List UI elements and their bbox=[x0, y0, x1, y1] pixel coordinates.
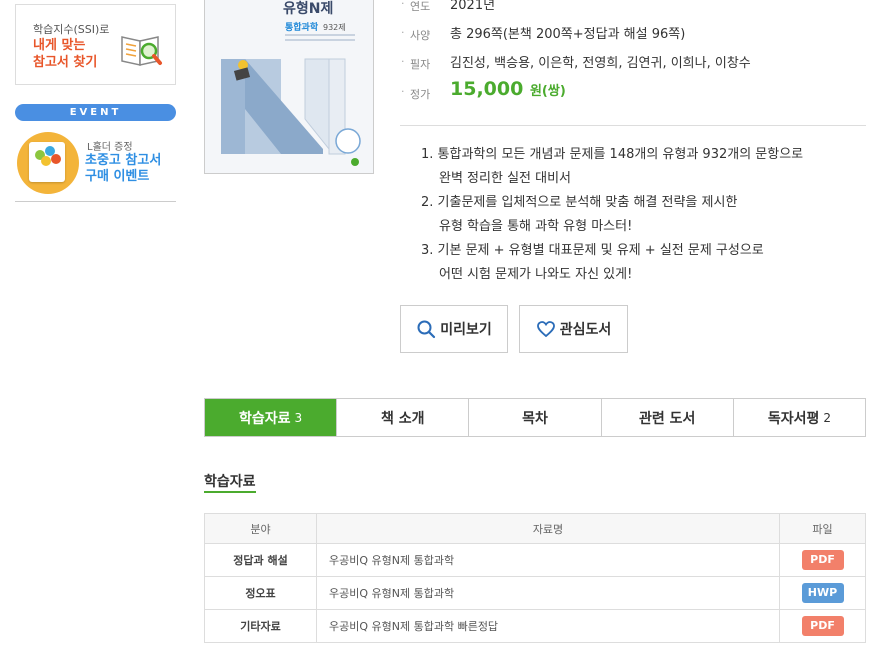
materials-table: 분야 자료명 파일 정답과 해설 우공비Q 유형N제 통합과학 PDF 정오표 … bbox=[204, 513, 866, 643]
year-value: 2021년 bbox=[450, 0, 496, 13]
year-label: 연도 bbox=[401, 0, 430, 14]
cover-subject-text: 통합과학 bbox=[285, 21, 319, 33]
book-magnifier-icon bbox=[121, 36, 162, 66]
tab-count: 3 bbox=[294, 410, 303, 425]
pdf-download-button[interactable]: PDF bbox=[801, 550, 844, 570]
table-row: 정답과 해설 우공비Q 유형N제 통합과학 PDF bbox=[204, 543, 866, 577]
feature-text: 완벽 정리한 실전 대비서 bbox=[439, 171, 571, 186]
preview-button-label: 미리보기 bbox=[440, 322, 492, 338]
table-row: 정오표 우공비Q 유형N제 통합과학 HWP bbox=[204, 576, 866, 610]
pdf-download-button[interactable]: PDF bbox=[801, 616, 844, 636]
feature-list: 1. 통합과학의 모든 개념과 문제를 148개의 유형과 932개의 문항으로… bbox=[421, 143, 861, 287]
ssi-banner-subtitle: 학습지수(SSI)로 bbox=[33, 23, 110, 36]
authors-value: 김진성, 백승용, 이은학, 전영희, 김연귀, 이희나, 이창수 bbox=[450, 56, 751, 71]
feature-item: 3. 기본 문제 + 유형별 대표문제 및 유제 + 실전 문제 구성으로 어떤… bbox=[421, 239, 861, 287]
search-icon bbox=[417, 320, 436, 339]
sidebar-divider bbox=[15, 201, 176, 202]
tab-label: 목차 bbox=[522, 410, 548, 427]
event-banner-title-line2: 구매 이벤트 bbox=[85, 169, 150, 184]
tab-label: 독자서평 bbox=[767, 410, 820, 427]
authors-label: 필자 bbox=[401, 55, 430, 72]
header-file: 파일 bbox=[779, 513, 866, 544]
cover-count-text: 932제 bbox=[323, 23, 346, 32]
event-banner-title: 초중고 참고서 구매 이벤트 bbox=[85, 153, 175, 185]
book-cover-illustration: 유형N제 통합과학 932제 bbox=[205, 0, 373, 173]
row-category: 정답과 해설 bbox=[204, 543, 317, 577]
event-label: EVENT bbox=[15, 104, 176, 121]
event-banner[interactable]: L홀더 증정 초중고 참고서 구매 이벤트 bbox=[15, 128, 176, 198]
heart-icon bbox=[536, 321, 555, 338]
ssi-banner[interactable]: 학습지수(SSI)로 내게 맞는 참고서 찾기 bbox=[15, 4, 176, 85]
feature-text: 1. 통합과학의 모든 개념과 문제를 148개의 유형과 932개의 문항으로 bbox=[421, 147, 804, 162]
table-row: 기타자료 우공비Q 유형N제 통합과학 빠른정답 PDF bbox=[204, 609, 866, 643]
info-divider bbox=[400, 125, 866, 126]
header-category: 분야 bbox=[204, 513, 317, 544]
event-banner-title-line1: 초중고 참고서 bbox=[85, 153, 162, 168]
wishlist-button[interactable]: 관심도서 bbox=[519, 305, 628, 353]
table-header-row: 분야 자료명 파일 bbox=[204, 513, 866, 544]
row-name: 우공비Q 유형N제 통합과학 빠른정답 bbox=[316, 609, 780, 643]
section-title: 학습자료 bbox=[204, 474, 256, 490]
row-category: 정오표 bbox=[204, 576, 317, 610]
section-underline bbox=[204, 491, 256, 493]
tab-contents[interactable]: 목차 bbox=[469, 399, 602, 436]
l-holder-icon bbox=[29, 142, 65, 182]
price-value: 15,000 원(쌍) bbox=[450, 78, 566, 100]
feature-item: 2. 기출문제를 입체적으로 분석해 맞춤 해결 전략을 제시한 유형 학습을 … bbox=[421, 191, 861, 239]
preview-button[interactable]: 미리보기 bbox=[400, 305, 508, 353]
feature-text: 3. 기본 문제 + 유형별 대표문제 및 유제 + 실전 문제 구성으로 bbox=[421, 243, 764, 258]
tab-label: 책 소개 bbox=[381, 410, 425, 427]
row-category: 기타자료 bbox=[204, 609, 317, 643]
ssi-banner-title-line2: 참고서 찾기 bbox=[33, 55, 98, 70]
feature-text: 어떤 시험 문제가 나와도 자신 있게! bbox=[439, 267, 633, 282]
tab-count: 2 bbox=[823, 410, 831, 425]
price-amount: 15,000 bbox=[450, 78, 524, 100]
feature-text: 2. 기출문제를 입체적으로 분석해 맞춤 해결 전략을 제시한 bbox=[421, 195, 738, 210]
header-name: 자료명 bbox=[316, 513, 780, 544]
tab-materials[interactable]: 학습자료 3 bbox=[205, 399, 338, 436]
feature-text: 유형 학습을 통해 과학 유형 마스터! bbox=[439, 219, 633, 234]
tab-reader-reviews[interactable]: 독자서평 2 bbox=[734, 399, 865, 436]
row-name: 우공비Q 유형N제 통합과학 bbox=[316, 576, 780, 610]
cover-series-text: 유형N제 bbox=[283, 0, 333, 17]
tab-label: 학습자료 bbox=[239, 410, 291, 427]
hwp-download-button[interactable]: HWP bbox=[801, 583, 844, 603]
event-banner-subtitle: L홀더 증정 bbox=[87, 142, 133, 153]
book-cover[interactable]: 유형N제 통합과학 932제 bbox=[204, 0, 374, 174]
ssi-banner-title: 내게 맞는 참고서 찾기 bbox=[33, 37, 123, 71]
wishlist-button-label: 관심도서 bbox=[559, 322, 612, 338]
spec-value: 총 296쪽(본책 200쪽+정답과 해설 96쪽) bbox=[450, 27, 686, 42]
detail-tabs: 학습자료 3 책 소개 목차 관련 도서 독자서평 2 bbox=[204, 398, 866, 437]
tab-label: 관련 도서 bbox=[639, 410, 696, 427]
spec-label: 사양 bbox=[401, 26, 430, 43]
price-label: 정가 bbox=[401, 85, 430, 102]
row-name: 우공비Q 유형N제 통합과학 bbox=[316, 543, 780, 577]
tab-related-books[interactable]: 관련 도서 bbox=[602, 399, 734, 436]
feature-item: 1. 통합과학의 모든 개념과 문제를 148개의 유형과 932개의 문항으로… bbox=[421, 143, 861, 191]
tab-book-intro[interactable]: 책 소개 bbox=[337, 399, 470, 436]
price-unit: 원(쌍) bbox=[529, 84, 566, 99]
ssi-banner-title-line1: 내게 맞는 bbox=[33, 38, 86, 53]
